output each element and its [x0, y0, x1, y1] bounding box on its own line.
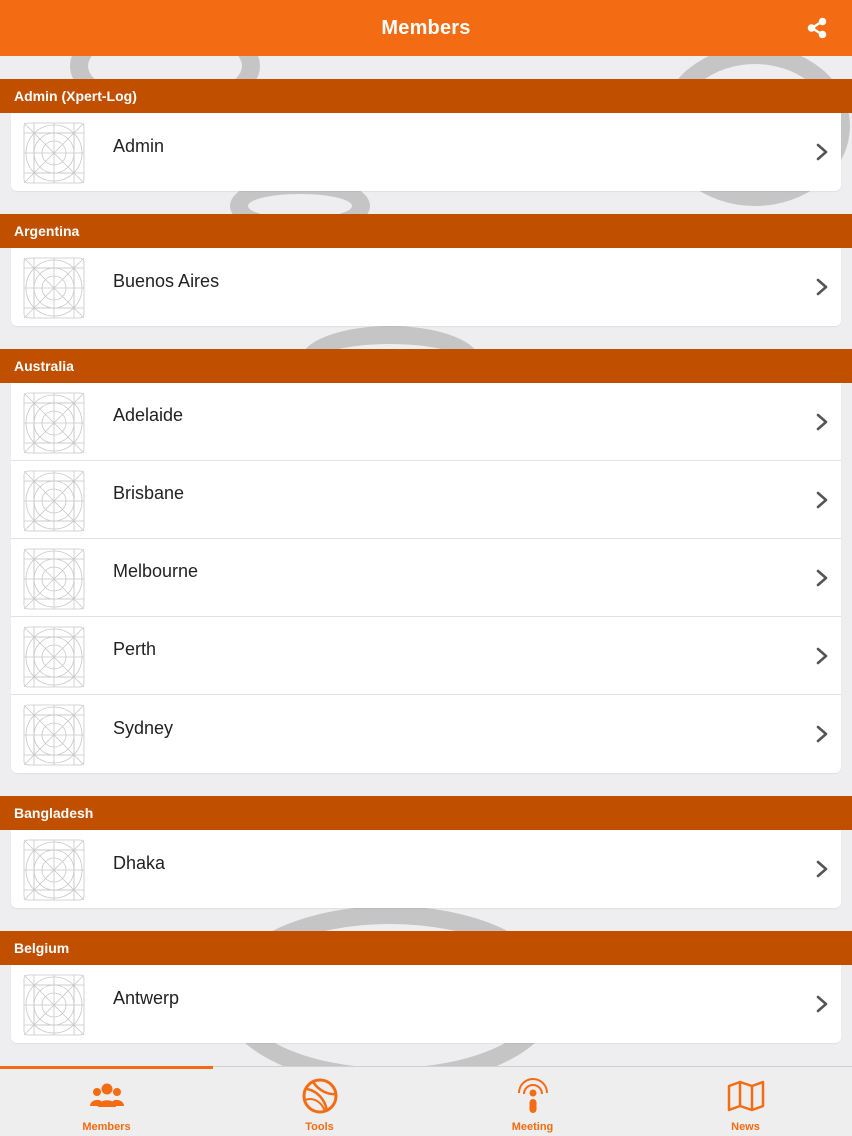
- list-item[interactable]: Buenos Aires: [11, 248, 841, 326]
- list-item-label: Admin: [113, 135, 165, 156]
- tab-label: Meeting: [511, 1121, 554, 1133]
- app-header: Members: [0, 0, 852, 56]
- section-belgium: Belgium Antwerp: [0, 931, 852, 1043]
- list-item[interactable]: Dhaka: [11, 830, 841, 908]
- placeholder-thumbnail-icon: [23, 257, 85, 319]
- tab-news[interactable]: News: [639, 1067, 852, 1136]
- placeholder-thumbnail-icon: [23, 122, 85, 184]
- share-icon: [807, 17, 827, 39]
- section-list: Dhaka: [11, 830, 841, 908]
- section-header: Australia: [0, 349, 852, 383]
- section-list: Buenos Aires: [11, 248, 841, 326]
- podcast-icon: [514, 1077, 552, 1115]
- chevron-right-icon: [816, 413, 828, 431]
- section-header: Belgium: [0, 931, 852, 965]
- list-item-label: Perth: [113, 639, 157, 659]
- list-item[interactable]: Admin: [11, 113, 841, 191]
- chevron-right-icon: [816, 143, 828, 161]
- placeholder-thumbnail-icon: [23, 704, 85, 766]
- placeholder-thumbnail-icon: [23, 470, 85, 531]
- list-item-label: Sydney: [113, 717, 174, 738]
- list-item[interactable]: Melbourne: [11, 539, 841, 617]
- basketball-icon: [301, 1077, 339, 1115]
- list-item-label: Dhaka: [113, 852, 166, 873]
- tab-label: News: [731, 1121, 760, 1133]
- list-item[interactable]: Perth: [11, 617, 841, 695]
- list-item[interactable]: Sydney: [11, 695, 841, 773]
- section-bangladesh: Bangladesh Dhaka: [0, 796, 852, 908]
- members-icon: [88, 1077, 126, 1115]
- list-item-label: Antwerp: [113, 987, 180, 1008]
- tab-label: Members: [82, 1121, 131, 1133]
- chevron-right-icon: [816, 569, 828, 587]
- tab-meeting[interactable]: Meeting: [426, 1067, 639, 1136]
- share-button[interactable]: [806, 16, 828, 40]
- chevron-right-icon: [816, 278, 828, 296]
- chevron-right-icon: [816, 860, 828, 878]
- list-item-label: Buenos Aires: [113, 270, 220, 291]
- placeholder-thumbnail-icon: [23, 839, 85, 901]
- section-header: Bangladesh: [0, 796, 852, 830]
- chevron-right-icon: [816, 491, 828, 509]
- placeholder-thumbnail-icon: [23, 392, 85, 453]
- placeholder-thumbnail-icon: [23, 626, 85, 687]
- map-icon: [727, 1077, 765, 1115]
- section-header: Argentina: [0, 214, 852, 248]
- chevron-right-icon: [816, 647, 828, 665]
- section-list: Admin: [11, 113, 841, 191]
- section-australia: Australia Adelaide Brisbane Melbourne Pe…: [0, 349, 852, 773]
- placeholder-thumbnail-icon: [23, 974, 85, 1036]
- section-header: Admin (Xpert-Log): [0, 79, 852, 113]
- list-item-label: Brisbane: [113, 483, 185, 503]
- list-item-label: Melbourne: [113, 561, 199, 581]
- list-item-label: Adelaide: [113, 405, 184, 425]
- placeholder-thumbnail-icon: [23, 548, 85, 609]
- tab-members[interactable]: Members: [0, 1066, 213, 1136]
- list-item[interactable]: Antwerp: [11, 965, 841, 1043]
- section-argentina: Argentina Buenos Aires: [0, 214, 852, 326]
- section-list: Antwerp: [11, 965, 841, 1043]
- page-title: Members: [381, 16, 471, 39]
- chevron-right-icon: [816, 995, 828, 1013]
- list-item[interactable]: Adelaide: [11, 383, 841, 461]
- list-item[interactable]: Brisbane: [11, 461, 841, 539]
- section-admin: Admin (Xpert-Log) Admin: [0, 79, 852, 191]
- bottom-tab-bar: Members Tools Meeting News: [0, 1066, 852, 1136]
- section-list: Adelaide Brisbane Melbourne Perth Sydney: [11, 383, 841, 773]
- chevron-right-icon: [816, 725, 828, 743]
- members-list[interactable]: Admin (Xpert-Log) Admin Argentina Buenos…: [0, 56, 852, 1066]
- tab-label: Tools: [305, 1121, 334, 1133]
- tab-tools[interactable]: Tools: [213, 1067, 426, 1136]
